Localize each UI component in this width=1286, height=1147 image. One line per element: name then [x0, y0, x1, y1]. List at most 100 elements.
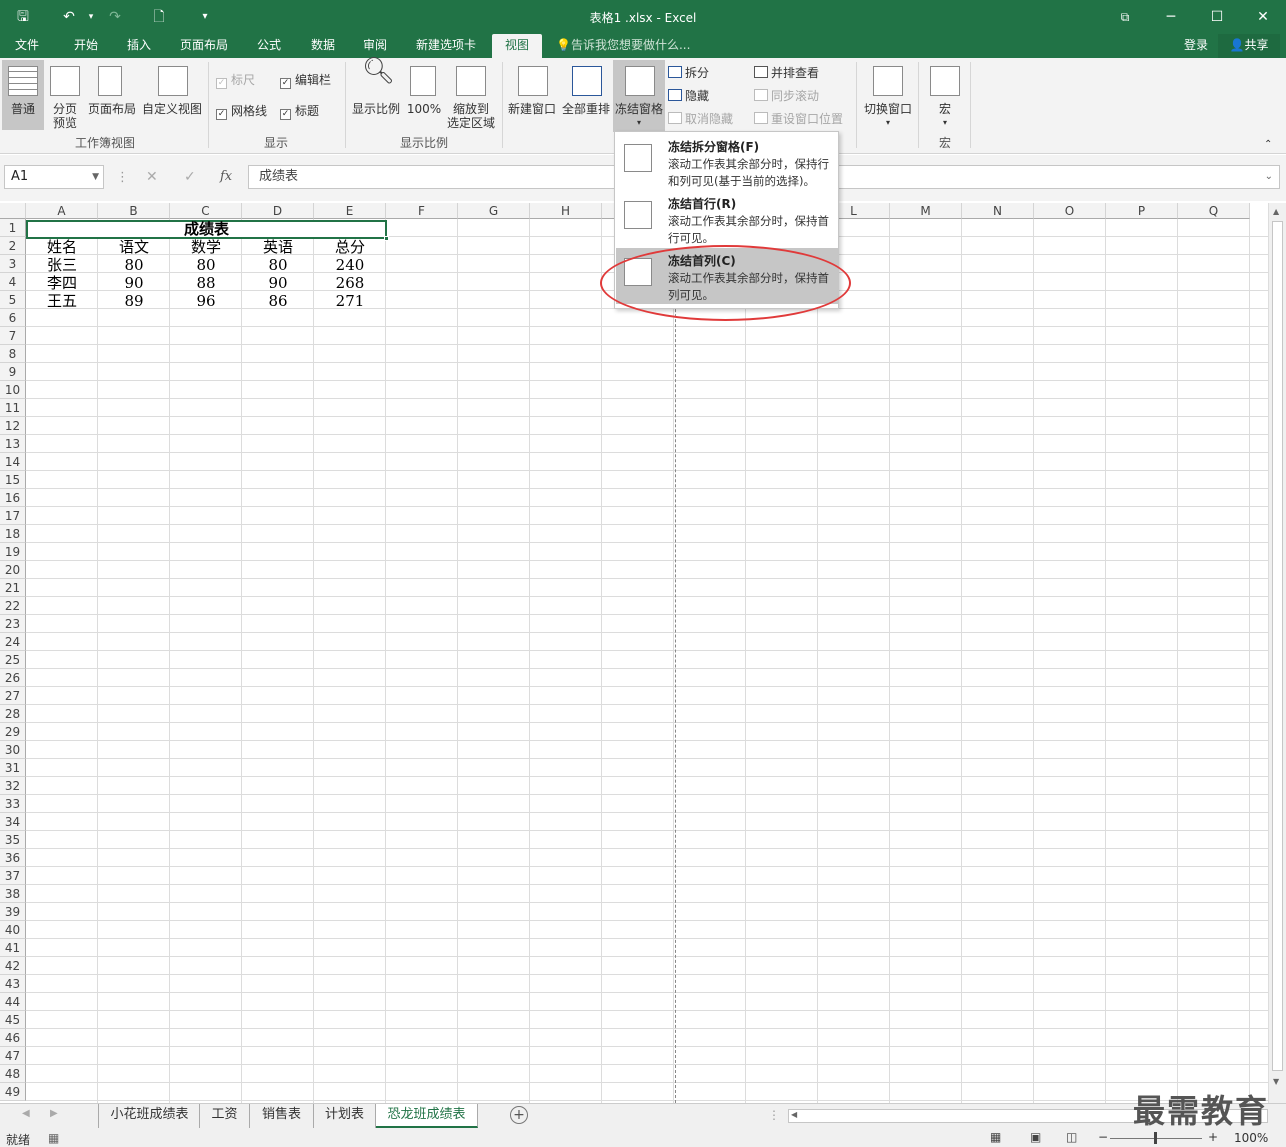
row-header[interactable]: 7 — [0, 327, 26, 345]
view-side-by-side-button[interactable]: 并排查看 — [754, 66, 819, 80]
row-header[interactable]: 40 — [0, 921, 26, 939]
table-cell[interactable]: 80 — [242, 256, 314, 274]
row-header[interactable]: 16 — [0, 489, 26, 507]
page-layout-view-button[interactable]: 页面布局 — [86, 60, 138, 130]
table-cell[interactable]: 268 — [314, 274, 386, 292]
row-header[interactable]: 9 — [0, 363, 26, 381]
page-break-view-icon[interactable]: ◫ — [1066, 1130, 1077, 1144]
column-header[interactable]: Q — [1178, 203, 1250, 219]
worksheet-grid[interactable]: ABCDEFGHIJKLMNOPQ 1234567891011121314151… — [0, 203, 1268, 1103]
normal-view-button[interactable]: 普通 — [2, 60, 44, 130]
scroll-thumb[interactable] — [1272, 221, 1283, 1071]
row-header[interactable]: 34 — [0, 813, 26, 831]
tab-review[interactable]: 审阅 — [352, 34, 398, 58]
row-header[interactable]: 39 — [0, 903, 26, 921]
tab-insert[interactable]: 插入 — [116, 34, 162, 58]
row-header[interactable]: 6 — [0, 309, 26, 327]
table-cell[interactable]: 数学 — [170, 238, 242, 256]
row-header[interactable]: 36 — [0, 849, 26, 867]
row-header[interactable]: 30 — [0, 741, 26, 759]
column-header[interactable]: N — [962, 203, 1034, 219]
page-break-preview-button[interactable]: 分页 预览 — [46, 60, 84, 130]
tab-formulas[interactable]: 公式 — [246, 34, 292, 58]
formula-bar-checkbox[interactable]: ✓ 编辑栏 — [280, 73, 331, 89]
row-header[interactable]: 44 — [0, 993, 26, 1011]
sheet-tab-konglong[interactable]: 恐龙班成绩表 — [376, 1104, 478, 1128]
column-header[interactable]: B — [98, 203, 170, 219]
tab-new[interactable]: 新建选项卡 — [408, 34, 484, 58]
sheet-tab-sales[interactable]: 销售表 — [250, 1104, 314, 1128]
row-header[interactable]: 2 — [0, 237, 26, 255]
table-cell[interactable]: 80 — [170, 256, 242, 274]
row-header[interactable]: 35 — [0, 831, 26, 849]
normal-view-icon[interactable]: ▦ — [990, 1130, 1001, 1144]
zoom-level[interactable]: 100% — [1234, 1131, 1268, 1145]
freeze-top-row-option[interactable]: 冻结首行(R) 滚动工作表其余部分时，保持首行可见。 — [616, 191, 838, 247]
row-header[interactable]: 5 — [0, 291, 26, 309]
expand-formula-icon[interactable]: ⌄ — [1265, 166, 1273, 188]
row-header[interactable]: 48 — [0, 1065, 26, 1083]
row-header[interactable]: 26 — [0, 669, 26, 687]
name-box[interactable]: A1 ▼ — [4, 165, 104, 189]
table-cell[interactable]: 英语 — [242, 238, 314, 256]
gridlines-checkbox[interactable]: ✓ 网格线 — [216, 104, 267, 120]
column-header[interactable]: O — [1034, 203, 1106, 219]
row-header[interactable]: 3 — [0, 255, 26, 273]
zoom-in-icon[interactable]: + — [1208, 1130, 1218, 1144]
table-cell[interactable]: 86 — [242, 292, 314, 310]
row-header[interactable]: 37 — [0, 867, 26, 885]
scroll-up-icon[interactable]: ▲ — [1273, 207, 1279, 216]
table-cell[interactable]: 88 — [170, 274, 242, 292]
zoom-100-button[interactable]: 100% — [404, 60, 444, 130]
row-header[interactable]: 45 — [0, 1011, 26, 1029]
table-cell[interactable]: 89 — [98, 292, 170, 310]
page-layout-view-icon[interactable]: ▣ — [1030, 1130, 1041, 1144]
row-header[interactable]: 12 — [0, 417, 26, 435]
tell-me-search[interactable]: 💡告诉我您想要做什么... — [556, 34, 702, 58]
row-header[interactable]: 18 — [0, 525, 26, 543]
zoom-button[interactable]: 🔍︎ 显示比例 — [350, 58, 402, 130]
row-header[interactable]: 23 — [0, 615, 26, 633]
minimize-icon[interactable]: ─ — [1160, 6, 1182, 28]
switch-windows-button[interactable]: 切换窗口 ▾ — [860, 60, 916, 130]
column-header[interactable]: H — [530, 203, 602, 219]
zoom-out-icon[interactable]: − — [1098, 1130, 1108, 1144]
share-button[interactable]: 👤共享 — [1218, 34, 1280, 58]
row-header[interactable]: 31 — [0, 759, 26, 777]
macros-button[interactable]: 宏 ▾ — [924, 60, 966, 130]
column-header[interactable]: F — [386, 203, 458, 219]
sheet-tab-plan[interactable]: 计划表 — [314, 1104, 376, 1128]
column-header[interactable]: M — [890, 203, 962, 219]
row-header[interactable]: 17 — [0, 507, 26, 525]
prev-sheet-icon[interactable]: ◀ — [22, 1108, 30, 1119]
headings-checkbox[interactable]: ✓ 标题 — [280, 104, 319, 120]
sheet-tab-xiaohua[interactable]: 小花班成绩表 — [100, 1104, 200, 1128]
table-cell[interactable]: 李四 — [26, 274, 98, 292]
row-header[interactable]: 38 — [0, 885, 26, 903]
signin-link[interactable]: 登录 — [1178, 34, 1214, 58]
column-header[interactable]: D — [242, 203, 314, 219]
insert-function-icon[interactable]: fx — [220, 169, 232, 184]
table-cell[interactable]: 王五 — [26, 292, 98, 310]
row-header[interactable]: 27 — [0, 687, 26, 705]
row-header[interactable]: 41 — [0, 939, 26, 957]
column-header[interactable]: P — [1106, 203, 1178, 219]
row-header[interactable]: 19 — [0, 543, 26, 561]
row-header[interactable]: 4 — [0, 273, 26, 291]
scroll-down-icon[interactable]: ▼ — [1273, 1077, 1279, 1086]
row-header[interactable]: 24 — [0, 633, 26, 651]
splitter-icon[interactable]: ⋮ — [768, 1108, 780, 1122]
maximize-icon[interactable]: ☐ — [1206, 6, 1228, 28]
table-cell[interactable]: 张三 — [26, 256, 98, 274]
ribbon-display-icon[interactable]: ⧉ — [1114, 6, 1136, 28]
row-header[interactable]: 28 — [0, 705, 26, 723]
collapse-ribbon-icon[interactable]: ⌃ — [1264, 138, 1272, 152]
zoom-to-selection-button[interactable]: 缩放到 选定区域 — [444, 60, 498, 130]
row-header[interactable]: 43 — [0, 975, 26, 993]
column-header[interactable]: A — [26, 203, 98, 219]
row-header[interactable]: 42 — [0, 957, 26, 975]
row-header[interactable]: 47 — [0, 1047, 26, 1065]
table-cell[interactable]: 姓名 — [26, 238, 98, 256]
row-header[interactable]: 29 — [0, 723, 26, 741]
row-header[interactable]: 15 — [0, 471, 26, 489]
